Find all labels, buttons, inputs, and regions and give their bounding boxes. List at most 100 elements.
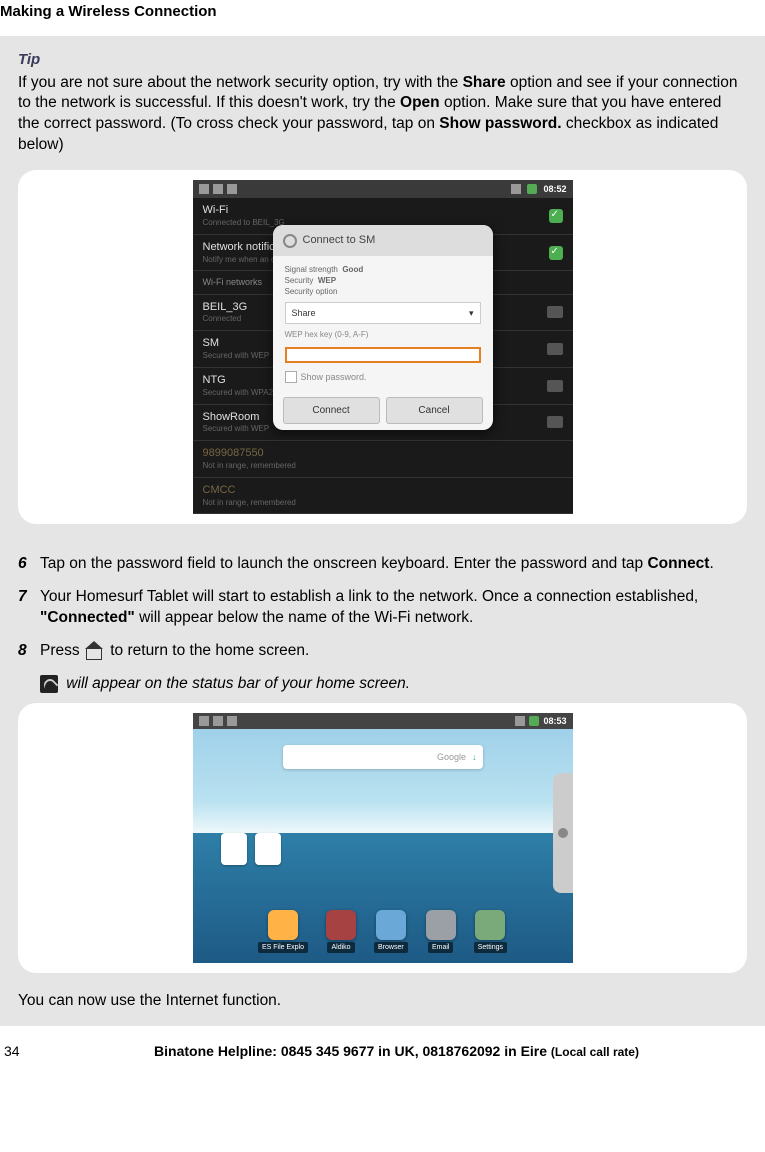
dropdown-value: Share: [292, 307, 316, 319]
dock-item[interactable]: ES File Explo: [258, 910, 308, 953]
status-download-icon: [227, 716, 237, 726]
step-7-text-a: Your Homesurf Tablet will start to estab…: [40, 588, 698, 605]
left-widgets: [221, 833, 281, 865]
step-6-text-a: Tap on the password field to launch the …: [40, 555, 647, 572]
status-battery-icon: [527, 184, 537, 194]
app-icon: [268, 910, 298, 940]
status-note-text: will appear on the status bar of your ho…: [62, 675, 410, 692]
wifi-settings-screen: 08:52 Wi-FiConnected to BEIL_3GNetwork n…: [193, 180, 573, 514]
dialog-buttons: Connect Cancel: [273, 391, 493, 425]
tip-showpw-bold: Show password.: [439, 115, 561, 132]
status-battery-icon: [529, 716, 539, 726]
tip-part-1: If you are not sure about the network se…: [18, 74, 463, 91]
step-8-text-b: to return to the home screen.: [106, 642, 309, 659]
footer: 34 Binatone Helpline: 0845 345 9677 in U…: [0, 1026, 765, 1065]
helpline-rate: (Local call rate): [551, 1045, 639, 1059]
show-password-checkbox[interactable]: [285, 371, 297, 383]
tip-text: If you are not sure about the network se…: [18, 73, 747, 157]
show-password-label: Show password.: [301, 371, 367, 383]
step-7: 7 Your Homesurf Tablet will start to est…: [18, 587, 747, 629]
app-label: Settings: [474, 942, 507, 953]
chevron-down-icon: ▾: [469, 307, 474, 319]
app-icon: [326, 910, 356, 940]
dock: ES File Explo Aldiko Browser Email Settings: [193, 910, 573, 953]
check-icon[interactable]: [549, 246, 563, 260]
option-label: Security option: [285, 287, 338, 296]
tip-box: Tip If you are not sure about the networ…: [0, 36, 765, 540]
dock-item[interactable]: Email: [426, 910, 456, 953]
closing-text: You can now use the Internet function.: [0, 985, 765, 1026]
status-wifi-icon: [515, 716, 525, 726]
connect-dialog: Connect to SM Signal strength Good Secur…: [273, 225, 493, 430]
page-title: Making a Wireless Connection: [0, 0, 765, 30]
wifi-signal-icon: [547, 380, 563, 392]
dialog-icon: [283, 234, 297, 248]
app-icon: [426, 910, 456, 940]
cancel-button[interactable]: Cancel: [386, 397, 483, 425]
page-number: 34: [4, 1042, 32, 1061]
wep-key-input[interactable]: [285, 347, 481, 363]
helpline-text: Binatone Helpline: 0845 345 9677 in UK, …: [154, 1043, 551, 1059]
wifi-status-icon: [40, 675, 58, 693]
wifi-screenshot-card: 08:52 Wi-FiConnected to BEIL_3GNetwork n…: [18, 170, 747, 524]
security-value: WEP: [318, 276, 336, 285]
wifi-network-row[interactable]: 9899087550Not in range, remembered: [193, 441, 573, 478]
step-7-connected: "Connected": [40, 609, 135, 626]
status-debug-icon: [213, 716, 223, 726]
home-status-time: 08:53: [543, 715, 566, 727]
step-8-text-a: Press: [40, 642, 84, 659]
step-6-num: 6: [18, 554, 40, 575]
app-drawer-handle[interactable]: [553, 773, 573, 893]
check-icon[interactable]: [549, 209, 563, 223]
step-7-num: 7: [18, 587, 40, 629]
home-status-bar: 08:53: [193, 713, 573, 729]
home-screenshot-card: 08:53 Google ↓ ES File Explo Aldiko Browse…: [18, 703, 747, 973]
step-6: 6 Tap on the password field to launch th…: [18, 554, 747, 575]
status-debug-icon: [213, 184, 223, 194]
tip-share-bold: Share: [463, 74, 506, 91]
security-label: Security: [285, 276, 314, 285]
status-usb-icon: [199, 716, 209, 726]
wifi-signal-icon: [547, 306, 563, 318]
dialog-title-bar: Connect to SM: [273, 225, 493, 256]
wifi-network-row[interactable]: CMCCNot in range, remembered: [193, 478, 573, 515]
search-placeholder: Google: [437, 751, 466, 763]
dock-item[interactable]: Settings: [474, 910, 507, 953]
tip-open-bold: Open: [400, 94, 440, 111]
dock-item[interactable]: Aldiko: [326, 910, 356, 953]
home-icon: [86, 643, 104, 659]
status-bar: 08:52: [193, 180, 573, 198]
dialog-title: Connect to SM: [303, 233, 376, 248]
step-7-text-c: will appear below the name of the Wi-Fi …: [135, 609, 474, 626]
google-search-bar[interactable]: Google ↓: [283, 745, 483, 769]
step-8: 8 Press to return to the home screen.: [18, 641, 747, 662]
home-screen: 08:53 Google ↓ ES File Explo Aldiko Browse…: [193, 713, 573, 963]
signal-value: Good: [342, 265, 363, 274]
status-note: will appear on the status bar of your ho…: [18, 674, 747, 695]
app-icon: [376, 910, 406, 940]
status-download-icon: [227, 184, 237, 194]
app-label: ES File Explo: [258, 942, 308, 953]
widget-2[interactable]: [255, 833, 281, 865]
signal-label: Signal strength: [285, 265, 338, 274]
wifi-signal-icon: [547, 416, 563, 428]
app-label: Email: [428, 942, 454, 953]
wifi-signal-icon: [547, 343, 563, 355]
step-6-connect: Connect: [647, 555, 709, 572]
mic-icon[interactable]: ↓: [472, 751, 477, 763]
dialog-body: Signal strength Good Security WEP Securi…: [273, 256, 493, 391]
dock-item[interactable]: Browser: [374, 910, 408, 953]
show-password-row[interactable]: Show password.: [285, 371, 481, 383]
step-8-num: 8: [18, 641, 40, 662]
steps-section: 6 Tap on the password field to launch th…: [0, 540, 765, 985]
connect-button[interactable]: Connect: [283, 397, 380, 425]
tip-label: Tip: [18, 50, 747, 70]
security-option-dropdown[interactable]: Share ▾: [285, 302, 481, 324]
widget-1[interactable]: [221, 833, 247, 865]
app-label: Browser: [374, 942, 408, 953]
helpline: Binatone Helpline: 0845 345 9677 in UK, …: [32, 1042, 761, 1061]
step-6-text-c: .: [709, 555, 713, 572]
app-label: Aldiko: [327, 942, 354, 953]
wep-key-label: WEP hex key (0-9, A-F): [285, 330, 481, 341]
status-time: 08:52: [543, 183, 566, 195]
